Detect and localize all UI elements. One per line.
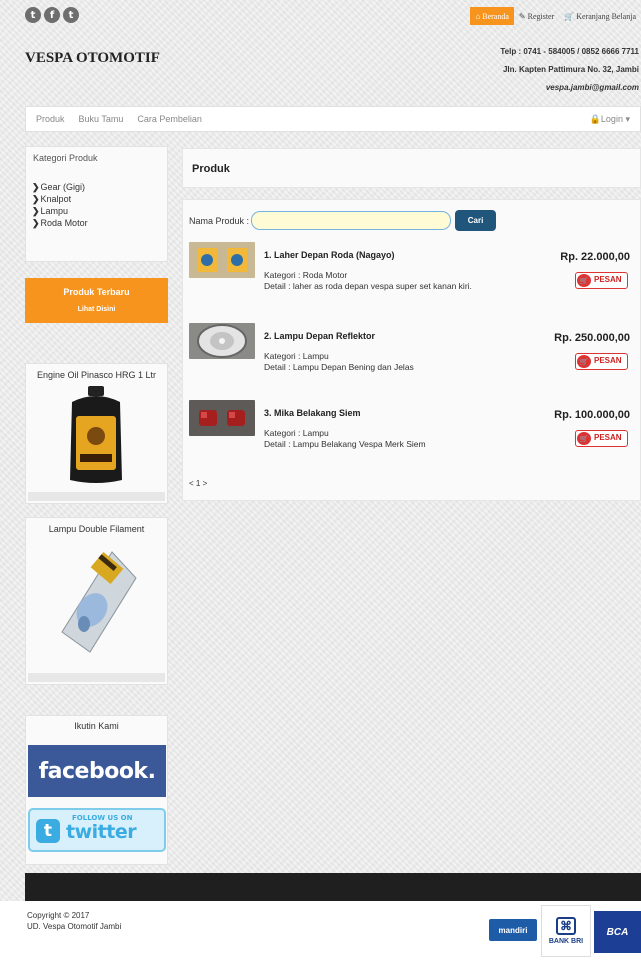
top-bar: t f t ⌂ Beranda ✎ Register 🛒 Keranjang Bela… bbox=[0, 0, 641, 32]
product-price: Rp. 22.000,00 bbox=[560, 251, 630, 263]
top-nav: ⌂ Beranda ✎ Register 🛒 Keranjang Belanja bbox=[470, 7, 641, 25]
lock-icon: 🔒 bbox=[589, 114, 601, 124]
lampu-double-filament-image bbox=[61, 551, 137, 653]
bca-logo: BCA bbox=[594, 911, 641, 953]
product-name[interactable]: 3. Mika Belakang Siem bbox=[264, 408, 361, 418]
follow-title: Ikutin Kami bbox=[74, 721, 119, 731]
nav-cara-pembelian[interactable]: Cara Pembelian bbox=[137, 114, 202, 124]
product-category: Kategori : Lampu bbox=[264, 351, 329, 361]
product-price: Rp. 250.000,00 bbox=[554, 332, 630, 344]
twitter-banner[interactable]: t FOLLOW US ON twitter bbox=[28, 808, 166, 852]
bri-logo: ⌘ BANK BRI bbox=[541, 905, 591, 957]
footer-bar bbox=[25, 873, 641, 901]
main-navbar: Produk Buku Tamu Cara Pembelian 🔒Login ▾ bbox=[25, 106, 641, 132]
nav-buku-tamu[interactable]: Buku Tamu bbox=[79, 114, 124, 124]
twitter-icon: t bbox=[36, 819, 60, 843]
cari-button[interactable]: Cari bbox=[455, 210, 497, 231]
product-category: Kategori : Roda Motor bbox=[264, 270, 348, 280]
kategori-panel: Kategori Produk ❯Gear (Gigi) ❯Knalpot ❯L… bbox=[25, 146, 168, 262]
chevron-right-icon: ❯ bbox=[32, 218, 40, 228]
pagination[interactable]: < 1 > bbox=[189, 479, 207, 488]
product-name[interactable]: 2. Lampu Depan Reflektor bbox=[264, 331, 375, 341]
search-label: Nama Produk : bbox=[189, 215, 250, 226]
produk-terbaru-banner[interactable]: Produk Terbaru Lihat Disini bbox=[25, 278, 168, 323]
kategori-item[interactable]: ❯Knalpot bbox=[32, 193, 88, 205]
bri-icon: ⌘ bbox=[556, 917, 576, 935]
tumblr-icon[interactable]: t bbox=[63, 7, 79, 23]
product-row: 3. Mika Belakang Siem Kategori : Lampu D… bbox=[189, 400, 636, 460]
engine-oil-image bbox=[70, 386, 122, 483]
chevron-right-icon: ❯ bbox=[32, 194, 40, 204]
kategori-title: Kategori Produk bbox=[33, 153, 98, 163]
featured-product-card[interactable]: Lampu Double Filament bbox=[25, 517, 168, 685]
nav-produk[interactable]: Produk bbox=[36, 114, 65, 124]
main-header: Produk bbox=[182, 148, 641, 188]
product-detail: Detail : Lampu Belakang Vespa Merk Siem bbox=[264, 439, 426, 449]
address-text: Jln. Kapten Pattimura No. 32, Jambi bbox=[502, 65, 639, 74]
nav-beranda[interactable]: ⌂ Beranda bbox=[470, 7, 514, 25]
product-price: Rp. 100.000,00 bbox=[554, 409, 630, 421]
product-row: 1. Laher Depan Roda (Nagayo) Kategori : … bbox=[189, 242, 636, 302]
product-name[interactable]: 1. Laher Depan Roda (Nagayo) bbox=[264, 250, 395, 260]
search-input[interactable] bbox=[251, 211, 452, 230]
cart-icon: 🛒 bbox=[577, 432, 591, 445]
nav-keranjang[interactable]: 🛒 Keranjang Belanja bbox=[559, 7, 641, 25]
product-thumbnail[interactable] bbox=[189, 242, 255, 278]
featured-product-title: Lampu Double Filament bbox=[48, 524, 145, 534]
page-title: Produk bbox=[192, 163, 230, 175]
kategori-item[interactable]: ❯Lampu bbox=[32, 205, 88, 217]
copyright: Copyright © 2017 UD. Vespa Otomotif Jamb… bbox=[27, 911, 122, 931]
twitter-text: twitter bbox=[66, 821, 137, 843]
login-dropdown[interactable]: 🔒Login ▾ bbox=[590, 114, 630, 125]
email-text: vespa.jambi@gmail.com bbox=[545, 83, 639, 92]
cart-icon: 🛒 bbox=[564, 11, 575, 21]
produk-terbaru-title: Produk Terbaru bbox=[63, 287, 130, 297]
featured-product-title: Engine Oil Pinasco HRG 1 Ltr bbox=[36, 370, 157, 380]
product-category: Kategori : Lampu bbox=[264, 428, 329, 438]
featured-product-card[interactable]: Engine Oil Pinasco HRG 1 Ltr bbox=[25, 363, 168, 504]
social-links: t f t bbox=[25, 7, 79, 23]
product-list-panel: Nama Produk : Cari 1. Laher Depan Roda (… bbox=[182, 199, 641, 501]
home-icon: ⌂ bbox=[475, 11, 481, 21]
cart-icon: 🛒 bbox=[577, 355, 591, 368]
kategori-list: ❯Gear (Gigi) ❯Knalpot ❯Lampu ❯Roda Motor bbox=[32, 181, 88, 229]
phone-text: Telp : 0741 - 584005 / 0852 6666 7711 bbox=[500, 47, 639, 56]
mandiri-logo: mandiri bbox=[489, 919, 537, 941]
product-detail: Detail : Lampu Depan Bening dan Jelas bbox=[264, 362, 414, 372]
follow-panel: Ikutin Kami facebook. t FOLLOW US ON twi… bbox=[25, 715, 168, 865]
edit-icon: ✎ bbox=[518, 11, 526, 21]
site-title[interactable]: VESPA OTOMOTIF bbox=[25, 50, 160, 67]
lihat-disini-link[interactable]: Lihat Disini bbox=[25, 306, 168, 313]
kategori-item[interactable]: ❯Roda Motor bbox=[32, 217, 88, 229]
cart-icon: 🛒 bbox=[577, 274, 591, 287]
chevron-right-icon: ❯ bbox=[32, 182, 40, 192]
pesan-button[interactable]: 🛒 PESAN bbox=[575, 353, 628, 370]
product-thumbnail[interactable] bbox=[189, 323, 255, 359]
facebook-icon[interactable]: f bbox=[44, 7, 60, 23]
caret-down-icon: ▾ bbox=[625, 114, 630, 124]
product-row: 2. Lampu Depan Reflektor Kategori : Lamp… bbox=[189, 323, 636, 383]
pesan-button[interactable]: 🛒 PESAN bbox=[575, 430, 628, 447]
kategori-item[interactable]: ❯Gear (Gigi) bbox=[32, 181, 88, 193]
product-detail: Detail : laher as roda depan vespa super… bbox=[264, 281, 472, 291]
facebook-banner[interactable]: facebook. bbox=[28, 745, 166, 797]
contact-info: Telp : 0741 - 584005 / 0852 6666 7711 Jl… bbox=[500, 43, 639, 97]
pesan-button[interactable]: 🛒 PESAN bbox=[575, 272, 628, 289]
product-thumbnail[interactable] bbox=[189, 400, 255, 436]
chevron-right-icon: ❯ bbox=[32, 206, 40, 216]
nav-register[interactable]: ✎ Register bbox=[514, 7, 559, 25]
twitter-icon[interactable]: t bbox=[25, 7, 41, 23]
search-form: Nama Produk : Cari bbox=[189, 210, 497, 231]
